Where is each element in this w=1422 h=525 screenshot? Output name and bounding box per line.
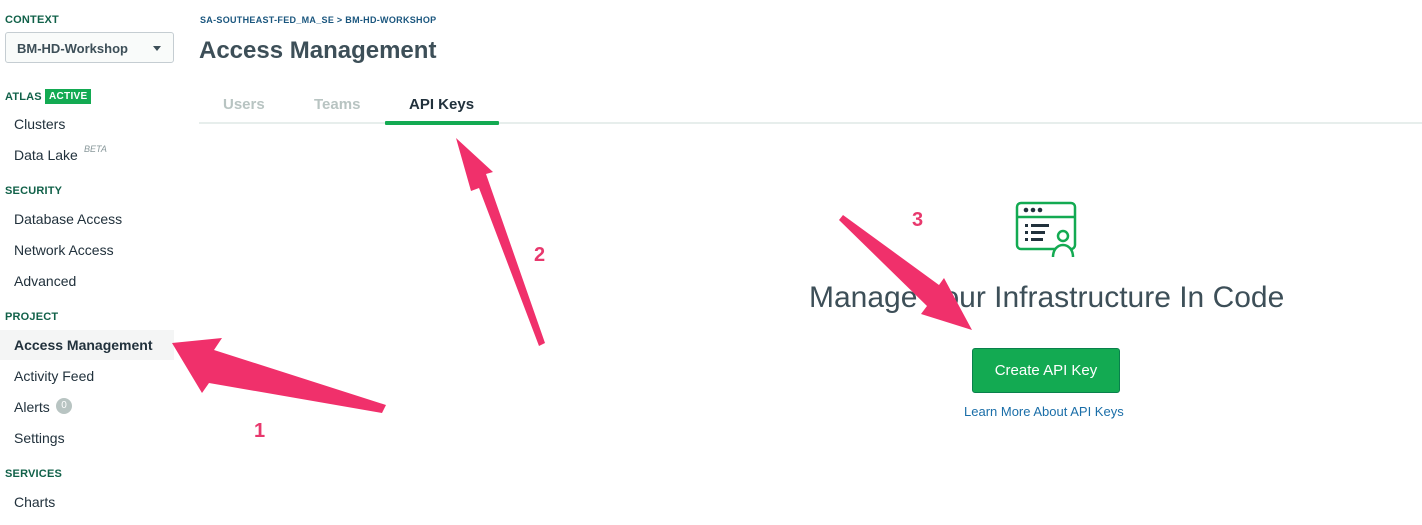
tabs-divider [199,122,1422,124]
sidebar-item-label: Charts [14,494,56,510]
context-label: CONTEXT [5,14,59,26]
section-label-project: PROJECT [5,311,59,323]
context-select[interactable]: BM-HD-Workshop [5,32,174,63]
section-label-services: SERVICES [5,468,63,480]
sidebar-item-database-access[interactable]: Database Access [0,204,174,234]
sidebar-item-label: Data Lake [14,147,78,163]
step-3-label: 3 [912,209,924,231]
breadcrumb[interactable]: SA-SOUTHEAST-FED_MA_SE > BM-HD-WORKSHOP [200,15,436,25]
tab-api-keys[interactable]: API Keys [409,96,474,113]
create-api-key-button[interactable]: Create API Key [972,348,1120,393]
sidebar-item-label: Settings [14,430,65,446]
sidebar-item-alerts[interactable]: Alerts 0 [0,392,174,422]
sidebar-item-advanced[interactable]: Advanced [0,266,174,296]
section-label-atlas: ATLAS [5,91,42,103]
code-user-icon [1015,201,1077,258]
learn-more-link[interactable]: Learn More About API Keys [964,404,1124,419]
sidebar-item-activity-feed[interactable]: Activity Feed [0,361,174,391]
sidebar-item-label: Alerts [14,399,50,415]
sidebar-item-label: Database Access [14,211,123,227]
sidebar-item-charts[interactable]: Charts [0,487,174,517]
context-value: BM-HD-Workshop [17,41,128,56]
sidebar-item-label: Advanced [14,273,77,289]
sidebar-item-label: Clusters [14,116,66,132]
sidebar-item-label: Activity Feed [14,368,95,384]
sidebar-item-network-access[interactable]: Network Access [0,235,174,265]
arrow-1 [172,338,386,413]
tab-users[interactable]: Users [223,96,265,113]
page-title: Access Management [199,37,437,64]
alert-count-badge: 0 [56,398,72,414]
sidebar-item-clusters[interactable]: Clusters [0,109,174,139]
step-2-label: 2 [534,244,546,266]
active-tab-indicator [385,121,499,125]
sidebar-item-data-lake[interactable]: Data Lake BETA [0,140,174,170]
arrow-2 [456,138,545,346]
status-badge: ACTIVE [45,89,92,104]
step-1-label: 1 [254,420,266,442]
sidebar-item-access-management[interactable]: Access Management [0,330,174,360]
beta-tag: BETA [84,144,107,154]
sidebar-item-settings[interactable]: Settings [0,423,174,453]
sidebar-item-label: Network Access [14,242,114,258]
sidebar-item-label: Access Management [14,337,153,353]
tab-teams[interactable]: Teams [314,96,360,113]
chevron-down-icon [153,46,161,51]
empty-state-title: Manage Your Infrastructure In Code [809,281,1285,314]
annotation-overlay [172,138,972,413]
sidebar: CONTEXT BM-HD-Workshop ATLAS ACTIVE Clus… [0,0,180,525]
section-label-security: SECURITY [5,185,63,197]
